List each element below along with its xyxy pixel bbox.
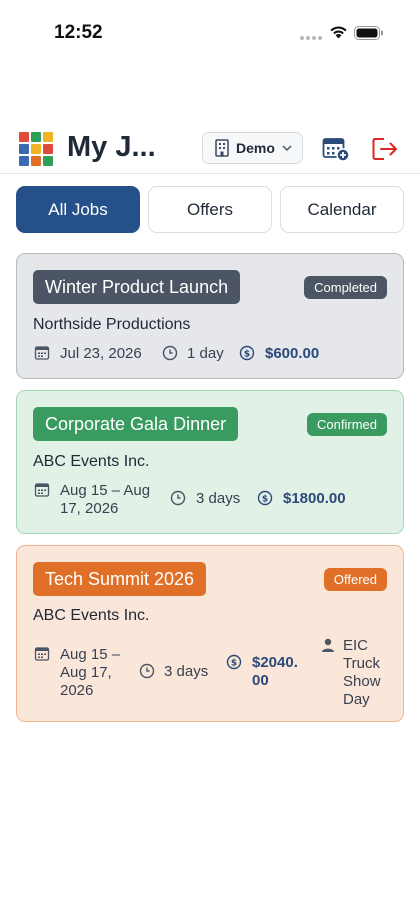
job-date: Jul 23, 2026 bbox=[60, 345, 142, 362]
clock-icon bbox=[162, 345, 178, 361]
organization-select-value: Demo bbox=[236, 140, 275, 156]
job-client: Northside Productions bbox=[33, 316, 191, 333]
job-date: Aug 15 – Aug 17, 2026 bbox=[60, 482, 150, 518]
person-icon bbox=[322, 638, 334, 652]
job-duration: 3 days bbox=[164, 663, 209, 680]
job-client: ABC Events Inc. bbox=[33, 607, 150, 624]
job-date-line: Aug 15 – Aug bbox=[60, 482, 151, 499]
logo-tile bbox=[43, 144, 53, 154]
logo-tile bbox=[31, 144, 41, 154]
status-badge: Completed bbox=[304, 276, 387, 299]
status-badge: Confirmed bbox=[307, 413, 387, 436]
building-icon bbox=[215, 139, 229, 157]
calendar-add-icon[interactable] bbox=[322, 136, 350, 162]
job-duration: 1 day bbox=[187, 345, 224, 362]
chevron-down-icon bbox=[282, 145, 292, 152]
tab-calendar[interactable]: Calendar bbox=[280, 186, 404, 233]
dollar-icon: $ bbox=[257, 490, 273, 506]
status-bar: 12:52 bbox=[0, 0, 420, 68]
svg-text:$: $ bbox=[244, 350, 250, 360]
logo-tile bbox=[19, 144, 29, 154]
logo-tile bbox=[19, 132, 29, 142]
logo-tile bbox=[43, 156, 53, 166]
job-card[interactable]: Winter Product Launch Completed Northsid… bbox=[16, 253, 404, 379]
job-price-line: 00 bbox=[252, 672, 269, 689]
job-price: $1800.00 bbox=[283, 490, 346, 507]
job-title: Corporate Gala Dinner bbox=[33, 407, 239, 441]
job-date-line: Aug 17, bbox=[60, 664, 112, 681]
logo-tile bbox=[31, 156, 41, 166]
page-title: My J... bbox=[67, 131, 156, 163]
job-filter-tabs: All Jobs Offers Calendar bbox=[16, 186, 404, 234]
job-role-line: Day bbox=[343, 691, 370, 708]
job-price: $600.00 bbox=[265, 345, 320, 362]
calendar-icon bbox=[34, 346, 50, 360]
dollar-icon: $ bbox=[226, 654, 242, 670]
organization-select[interactable]: Demo bbox=[202, 132, 303, 164]
tab-all-jobs[interactable]: All Jobs bbox=[16, 186, 140, 233]
cellular-signal-icon bbox=[300, 36, 322, 40]
job-role-line: EIC bbox=[343, 637, 369, 654]
job-card[interactable]: Tech Summit 2026 Offered ABC Events Inc.… bbox=[16, 545, 404, 722]
dollar-icon: $ bbox=[239, 345, 255, 361]
tab-offers[interactable]: Offers bbox=[148, 186, 272, 233]
job-date-line: 17, 2026 bbox=[60, 500, 119, 517]
job-duration: 3 days bbox=[196, 490, 241, 507]
status-time: 12:52 bbox=[54, 22, 103, 43]
logo-tile bbox=[43, 132, 53, 142]
battery-icon bbox=[354, 26, 383, 40]
logout-icon[interactable] bbox=[371, 136, 399, 162]
job-role: EIC Truck Show Day bbox=[343, 637, 381, 709]
job-date-line: 2026 bbox=[60, 682, 94, 699]
app-logo-icon bbox=[19, 132, 53, 166]
logo-tile bbox=[31, 132, 41, 142]
job-role-line: Show bbox=[343, 673, 381, 690]
status-badge: Offered bbox=[323, 568, 387, 591]
calendar-icon bbox=[34, 483, 50, 497]
job-date: Aug 15 – Aug 17, 2026 bbox=[60, 646, 120, 700]
job-role-line: Truck bbox=[343, 655, 380, 672]
app-header: My J... Demo bbox=[0, 124, 420, 174]
svg-text:$: $ bbox=[262, 495, 268, 505]
wifi-icon bbox=[330, 26, 347, 39]
job-price-line: $2040. bbox=[252, 654, 298, 671]
job-price: $2040. 00 bbox=[252, 654, 298, 690]
calendar-icon bbox=[34, 647, 50, 661]
clock-icon bbox=[139, 663, 155, 679]
job-title: Winter Product Launch bbox=[33, 270, 241, 304]
job-title: Tech Summit 2026 bbox=[33, 562, 207, 596]
job-card[interactable]: Corporate Gala Dinner Confirmed ABC Even… bbox=[16, 390, 404, 534]
logo-tile bbox=[19, 156, 29, 166]
svg-text:$: $ bbox=[231, 659, 237, 669]
clock-icon bbox=[170, 490, 186, 506]
job-date-line: Aug 15 – bbox=[60, 646, 121, 663]
job-client: ABC Events Inc. bbox=[33, 453, 150, 470]
